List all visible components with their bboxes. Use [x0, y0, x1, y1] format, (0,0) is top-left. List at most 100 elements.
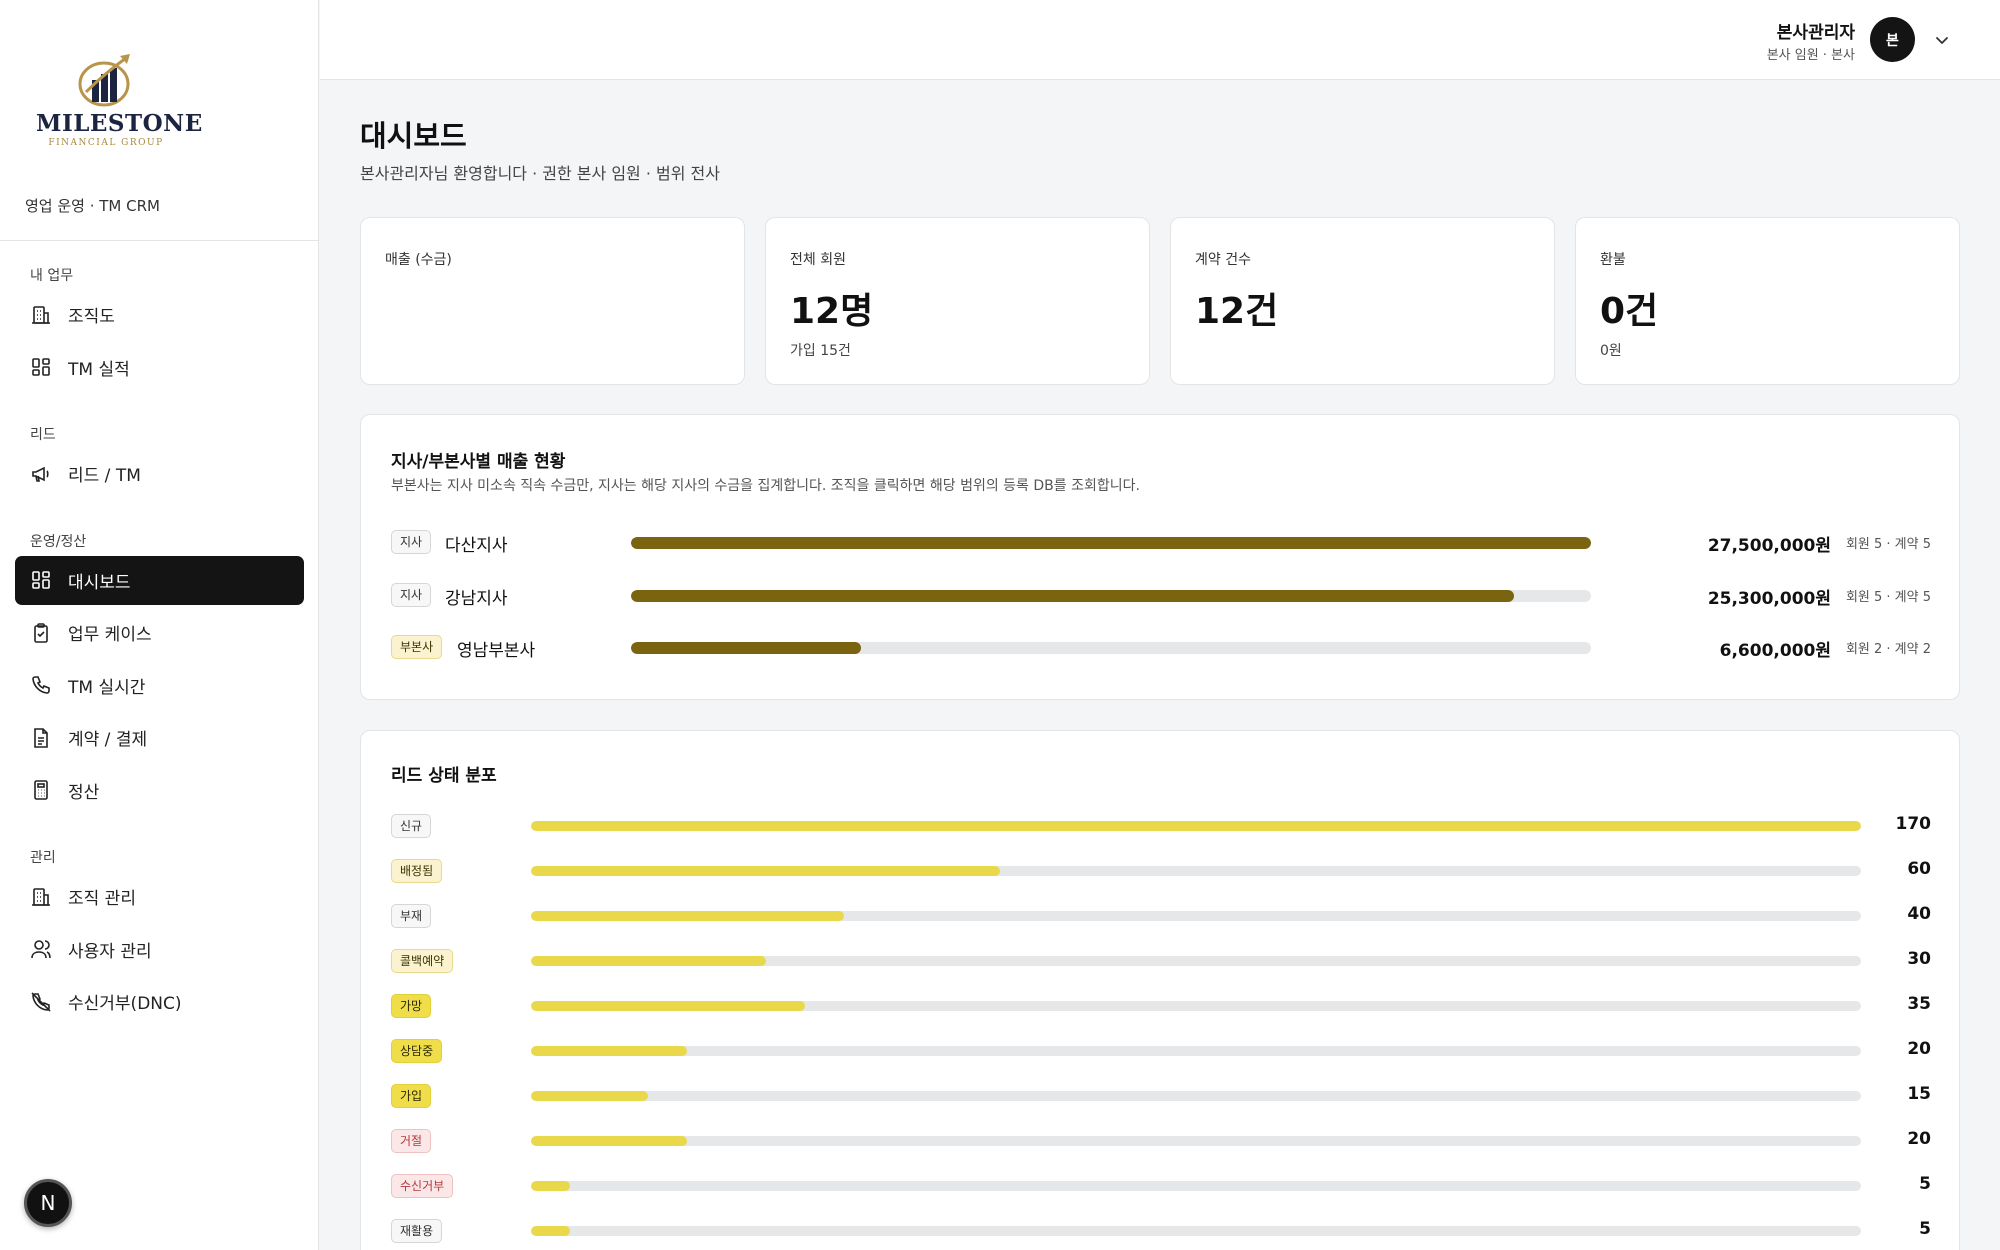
sidebar-item-label: 리드 / TM: [68, 466, 141, 486]
lead-status-tag: 가망: [391, 994, 432, 1018]
lead-status-row: 상담중 20: [391, 1037, 1931, 1065]
lead-status-row: 배정됨 60: [391, 857, 1931, 885]
kpi-sub: 가입 15건: [790, 343, 851, 359]
branch-amount: 25,300,000원: [1707, 588, 1831, 609]
grid-icon: [30, 356, 52, 378]
branch-bar: [631, 589, 1515, 602]
lead-count: 5: [1919, 1174, 1931, 1194]
nav-section-title: 내 업무: [30, 268, 74, 284]
kpi-card-refunds: 환불 0건 0원: [1575, 217, 1960, 385]
card-title: 리드 상태 분포: [391, 766, 497, 786]
sidebar-item[interactable]: 계약 / 결제: [15, 713, 304, 762]
lead-count: 35: [1907, 994, 1931, 1014]
app-subtitle: 영업 운영 · TM CRM: [25, 197, 160, 215]
lead-status-row: 가망 35: [391, 992, 1931, 1020]
lead-status-tag: 거절: [391, 1129, 432, 1153]
sidebar-item-label: TM 실시간: [68, 677, 146, 698]
document-icon: [30, 727, 52, 749]
lead-bar: [531, 821, 1861, 831]
clipboard-check-icon: [30, 622, 52, 644]
lead-bar: [531, 1226, 571, 1236]
sidebar-item[interactable]: 리드 / TM: [15, 449, 304, 498]
kpi-card-contracts: 계약 건수 12건: [1170, 217, 1555, 385]
sidebar-item[interactable]: 사용자 관리: [15, 925, 304, 974]
nav-gap: [15, 502, 304, 524]
user-name: 본사관리자: [1776, 23, 1855, 43]
sidebar-item-label: 조직도: [68, 307, 115, 327]
sidebar-item-label: 정산: [68, 782, 100, 803]
building-icon: [30, 886, 52, 908]
sidebar-item[interactable]: 대시보드: [15, 555, 304, 605]
branch-row[interactable]: 지사 강남지사 25,300,000원 회원 5 · 계약 5: [391, 580, 1931, 610]
lead-bar-track: [531, 1046, 1861, 1056]
lead-bar: [531, 1136, 688, 1146]
sidebar-item[interactable]: 조직도: [15, 290, 304, 339]
chevron-down-icon[interactable]: [1932, 30, 1952, 50]
dev-badge[interactable]: N: [24, 1179, 72, 1227]
lead-bar-track: [531, 1136, 1861, 1146]
lead-count: 5: [1919, 1219, 1931, 1239]
lead-bar-track: [531, 1181, 1861, 1191]
sidebar-nav: 내 업무 조직도 TM 실적 리드 리드 / TM 운영/정산 대시보드 업무 케이스 TM 실…: [15, 258, 304, 1030]
megaphone-icon: [30, 463, 52, 485]
lead-status-tag: 상담중: [391, 1039, 443, 1063]
nav-gap: [15, 818, 304, 840]
lead-bar: [531, 956, 766, 966]
sidebar-divider: [0, 240, 319, 241]
nav-section-title: 리드: [30, 427, 56, 443]
lead-status-tag: 재활용: [391, 1219, 443, 1243]
nav-gap: [15, 395, 304, 417]
branch-revenue-card: 지사/부본사별 매출 현황 부본사는 지사 미소속 직속 수금만, 지사는 해당…: [360, 414, 1960, 700]
lead-status-row: 가입 15: [391, 1082, 1931, 1110]
sidebar-item-label: 계약 / 결제: [68, 730, 148, 750]
branch-bar-track: [631, 537, 1591, 549]
nav-section-title: 관리: [30, 850, 56, 866]
lead-status-tag: 콜백예약: [391, 949, 454, 973]
lead-bar: [531, 1181, 571, 1191]
sidebar-item[interactable]: TM 실적: [15, 343, 304, 392]
lead-status-tag: 신규: [391, 814, 432, 838]
lead-status-card: 리드 상태 분포 신규 170 배정됨 60 부재 40 콜백예약 30 가망 35 상담중 20 가입…: [360, 730, 1960, 1250]
phone-off-icon: [30, 991, 52, 1013]
logo-subtitle: FINANCIAL GROUP: [48, 138, 164, 148]
kpi-sub: 0원: [1600, 343, 1622, 359]
building-icon: [30, 304, 52, 326]
page-title: 대시보드: [360, 119, 467, 153]
sidebar-item[interactable]: 정산: [15, 766, 304, 815]
lead-bar: [531, 911, 844, 921]
lead-count: 40: [1907, 904, 1931, 924]
branch-bar-track: [631, 589, 1591, 602]
sidebar-item[interactable]: 업무 케이스: [15, 608, 304, 657]
sidebar-item-label: 업무 케이스: [68, 625, 152, 645]
sidebar-item[interactable]: 조직 관리: [15, 872, 304, 921]
users-icon: [30, 938, 52, 960]
lead-bar-track: [531, 1226, 1861, 1236]
sidebar-item[interactable]: TM 실시간: [15, 661, 304, 710]
sidebar-item-label: 수신거부(DNC): [68, 994, 182, 1014]
lead-bar: [531, 1046, 688, 1056]
kpi-value: 0건: [1600, 291, 1659, 332]
lead-bar: [531, 866, 1001, 876]
branch-row[interactable]: 부본사 영남부본사 6,600,000원 회원 2 · 계약 2: [391, 632, 1931, 662]
kpi-label: 매출 (수금): [385, 252, 452, 268]
lead-count: 15: [1907, 1084, 1931, 1104]
kpi-label: 전체 회원: [790, 252, 846, 268]
lead-count: 20: [1907, 1129, 1931, 1149]
logo-mark-icon: [78, 54, 130, 107]
card-description: 부본사는 지사 미소속 직속 수금만, 지사는 해당 지사의 수금을 집계합니다…: [391, 478, 1140, 494]
branch-type-tag: 지사: [391, 582, 432, 607]
lead-count: 20: [1907, 1039, 1931, 1059]
logo[interactable]: MILESTONE FINANCIAL GROUP: [36, 52, 202, 152]
sidebar-item-label: 대시보드: [68, 572, 131, 593]
calculator-icon: [30, 779, 52, 801]
branch-row[interactable]: 지사 다산지사 27,500,000원 회원 5 · 계약 5: [391, 527, 1931, 557]
lead-status-row: 콜백예약 30: [391, 947, 1931, 975]
sidebar-item[interactable]: 수신거부(DNC): [15, 977, 304, 1026]
avatar[interactable]: 본: [1870, 17, 1915, 62]
branch-name: 영남부본사: [457, 641, 536, 661]
phone-icon: [30, 674, 52, 696]
kpi-label: 계약 건수: [1195, 252, 1251, 268]
grid-icon: [30, 569, 52, 591]
topbar: 본사관리자 본사 임원 · 본사 본: [320, 0, 2000, 80]
lead-status-row: 거절 20: [391, 1127, 1931, 1155]
